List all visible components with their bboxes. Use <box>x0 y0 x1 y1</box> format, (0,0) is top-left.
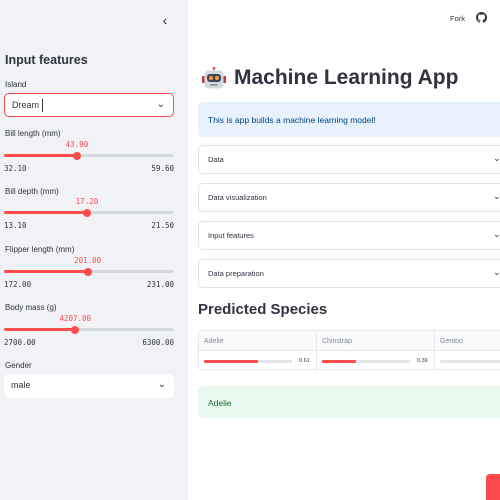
robot-icon <box>202 67 226 89</box>
probability-bar <box>322 360 410 363</box>
info-alert-text: This is app builds a machine learning mo… <box>208 115 376 125</box>
manage-app-button[interactable] <box>486 474 500 500</box>
probability-bar-fill <box>322 360 357 363</box>
chevron-down-icon: ⌄ <box>157 379 166 390</box>
chevron-left-icon[interactable]: ‹ <box>158 12 172 28</box>
probability-value: 0.39 <box>417 358 428 364</box>
slider-min: 13.10 <box>4 221 27 230</box>
success-alert: Adelie <box>198 386 500 418</box>
slider-max: 59.60 <box>151 164 174 173</box>
slider-fill <box>4 211 87 214</box>
bill-length-slider[interactable]: 43.90 32.10 59.60 <box>4 132 174 173</box>
page-title: Machine Learning App <box>234 66 459 89</box>
slider-value: 43.90 <box>65 140 89 149</box>
gender-select-value: male <box>11 380 31 390</box>
slider-max: 6300.00 <box>142 338 174 347</box>
slider-value: 201.00 <box>74 256 102 265</box>
sidebar: ‹ Input features Island Dream ⌄ Bill len… <box>0 0 188 500</box>
slider-thumb[interactable] <box>82 208 91 217</box>
slider-min: 2700.00 <box>4 338 36 347</box>
predicted-species-result: Adelie <box>208 398 232 408</box>
github-icon[interactable] <box>476 12 487 23</box>
prediction-table[interactable]: Adelie Chinstrap Gentoo 0.61 0.39 <box>198 330 500 371</box>
column-header-adelie[interactable]: Adelie <box>199 331 317 351</box>
gender-label: Gender <box>5 361 32 370</box>
chevron-down-icon: ⌄ <box>493 153 500 163</box>
probability-value: 0.61 <box>299 358 310 364</box>
probability-cell-gentoo <box>435 351 500 371</box>
slider-thumb[interactable] <box>72 151 81 160</box>
column-header-chinstrap[interactable]: Chinstrap <box>317 331 435 351</box>
expander-label: Data preparation <box>208 269 264 278</box>
expander-label: Data visualization <box>208 193 267 202</box>
slider-value: 4207.00 <box>59 314 92 323</box>
slider-min: 32.10 <box>4 164 27 173</box>
column-header-gentoo[interactable]: Gentoo <box>435 331 500 351</box>
slider-fill <box>4 270 88 273</box>
slider-fill <box>4 328 76 331</box>
probability-cell-chinstrap: 0.39 <box>317 351 435 371</box>
probability-bar-fill <box>204 360 258 363</box>
probability-bar <box>440 360 500 363</box>
slider-min: 172.00 <box>4 280 32 289</box>
main-content: Fork Machine Learning App This is app bu… <box>188 0 500 500</box>
slider-value: 17.20 <box>75 197 99 206</box>
chevron-down-icon: ⌄ <box>493 267 500 277</box>
island-select[interactable]: Dream ⌄ <box>4 93 174 117</box>
expander-input-features[interactable]: Input features ⌄ <box>198 221 500 250</box>
text-cursor <box>42 99 43 112</box>
probability-cell-adelie: 0.61 <box>199 351 317 371</box>
bill-depth-slider[interactable]: 17.20 13.10 21.50 <box>4 189 174 230</box>
expander-label: Input features <box>208 231 254 240</box>
island-label: Island <box>5 80 27 89</box>
slider-thumb[interactable] <box>71 325 80 334</box>
fork-link[interactable]: Fork <box>450 14 465 23</box>
slider-fill <box>4 154 77 157</box>
expander-label: Data <box>208 155 224 164</box>
island-select-value: Dream <box>12 100 40 110</box>
chevron-down-icon: ⌄ <box>493 191 500 201</box>
chevron-down-icon: ⌄ <box>156 99 165 110</box>
chevron-down-icon: ⌄ <box>493 229 500 239</box>
probability-bar <box>204 360 292 363</box>
body-mass-slider[interactable]: 4207.00 2700.00 6300.00 <box>4 306 174 347</box>
predicted-species-heading: Predicted Species <box>198 301 328 318</box>
expander-data-preparation[interactable]: Data preparation ⌄ <box>198 259 500 288</box>
slider-max: 21.50 <box>151 221 174 230</box>
flipper-length-slider[interactable]: 201.00 172.00 231.00 <box>4 248 174 289</box>
expander-data-visualization[interactable]: Data visualization ⌄ <box>198 183 500 212</box>
slider-thumb[interactable] <box>83 267 92 276</box>
info-alert: This is app builds a machine learning mo… <box>198 102 500 137</box>
gender-select[interactable]: male ⌄ <box>4 374 174 398</box>
slider-max: 231.00 <box>146 280 174 289</box>
expander-data[interactable]: Data ⌄ <box>198 145 500 174</box>
sidebar-heading: Input features <box>5 53 88 67</box>
